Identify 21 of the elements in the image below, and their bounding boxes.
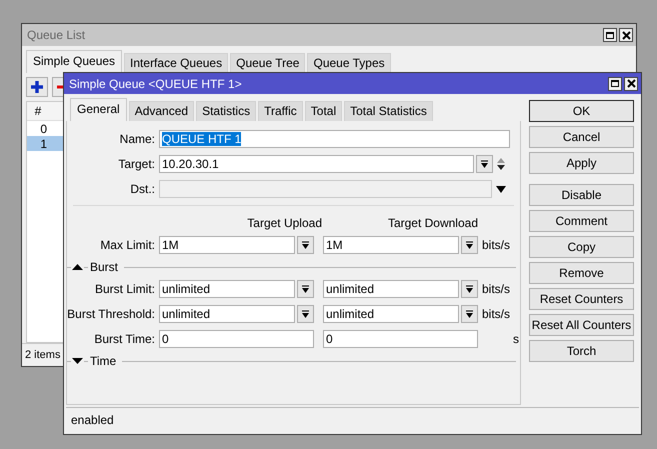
field-label: Target: — [117, 157, 156, 171]
table-cell-text: 0 — [39, 122, 48, 136]
unit-label: bits/s — [482, 238, 510, 252]
status-text: enabled — [71, 413, 114, 427]
unit-label: bits/s — [482, 307, 510, 321]
field-label: Burst Limit: — [94, 282, 156, 296]
unit-label: s — [513, 332, 519, 346]
column-header: Target Download — [386, 216, 478, 230]
field-label: Max Limit: — [99, 238, 156, 252]
window-title: Queue List — [27, 28, 86, 42]
window-title: Simple Queue <QUEUE HTF 1> — [69, 76, 242, 90]
section-title: Burst — [90, 260, 118, 274]
unit-label: bits/s — [482, 282, 510, 296]
section-title: Time — [90, 354, 116, 368]
table-cell-text: 1 — [39, 136, 48, 150]
field-label: Dst.: — [129, 182, 156, 196]
column-header: Target Upload — [246, 216, 322, 230]
field-label: Name: — [118, 132, 156, 146]
field-label: Burst Threshold: — [67, 307, 156, 321]
field-label: Burst Time: — [93, 332, 156, 346]
status-text: 2 items — [25, 349, 60, 361]
